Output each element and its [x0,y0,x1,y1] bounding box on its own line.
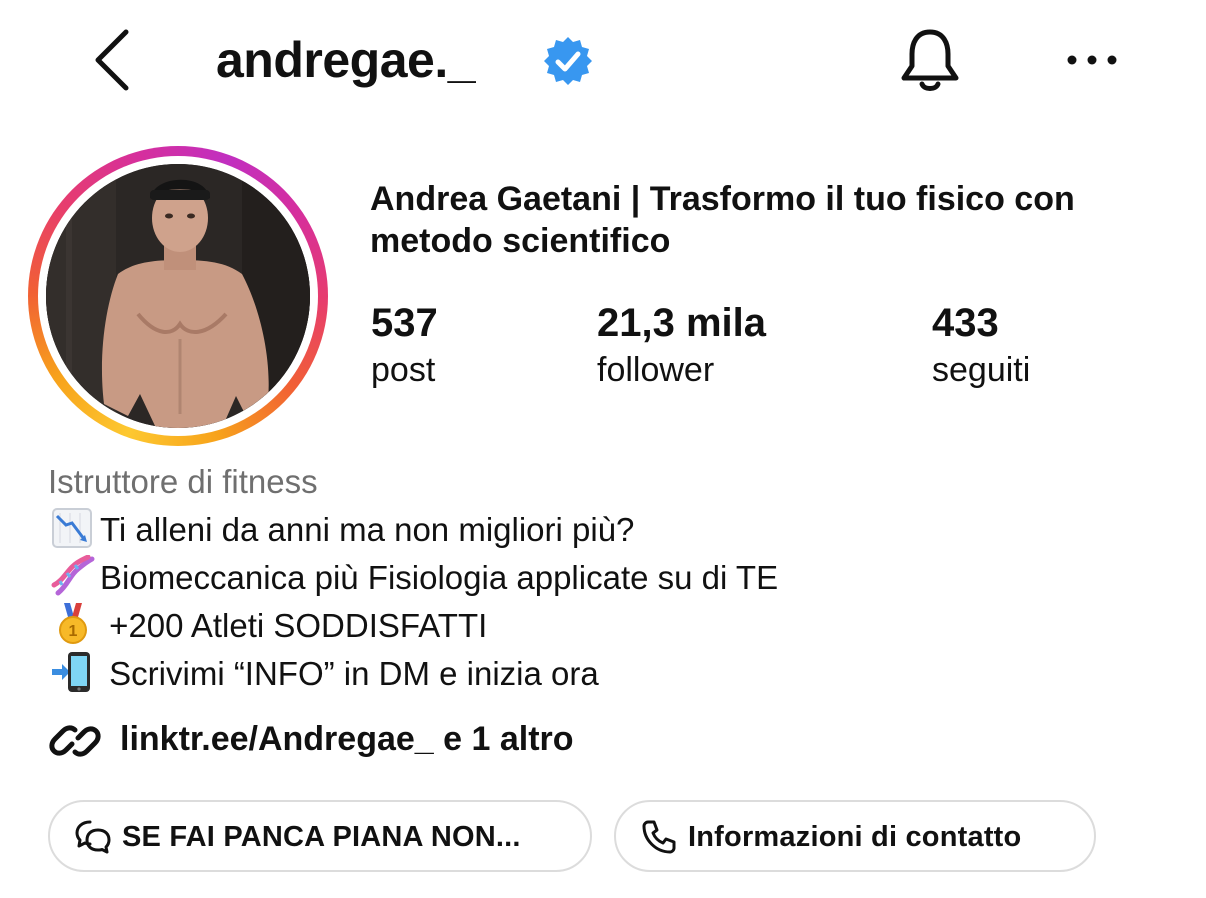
contact-info-button[interactable]: Informazioni di contatto [614,800,1096,872]
bio-line-text: Scrivimi “INFO” in DM e inizia ora [100,655,599,692]
profile-full-name: Andrea Gaetani | Trasformo il tuo fisico… [370,180,1075,260]
chevron-left-icon [95,29,129,91]
svg-text:1: 1 [69,623,78,640]
message-button[interactable]: SE FAI PANCA PIANA NON... [48,800,592,872]
stat-posts-label: post [371,351,436,389]
profile-link-text: linktr.ee/Andregae_ e 1 altro [120,720,574,758]
bio-line-text: +200 Atleti SODDISFATTI [100,607,488,644]
profile-page: andregae._ Andrea Gaetani | Trasformo il… [0,0,1206,898]
bio-line: Scrivimi “INFO” in DM e inizia ora [50,650,599,698]
profile-avatar[interactable] [28,146,328,446]
notifications-button[interactable] [894,24,966,96]
stat-followers-label: follower [597,351,715,389]
dna-icon [51,555,95,596]
more-horizontal-icon [1067,55,1117,65]
profile-username: andregae._ [216,32,476,88]
bio-line: 1 +200 Atleti SODDISFATTI [50,602,487,650]
bio-line-text: Biomeccanica più Fisiologia applicate su… [100,559,779,596]
stat-following[interactable]: 433 seguiti [932,298,1030,392]
bio-line: Ti alleni da anni ma non migliori più? [50,506,634,554]
back-button[interactable] [90,28,140,92]
more-options-button[interactable] [1060,40,1124,80]
bell-icon [901,29,959,91]
verified-badge-icon [544,37,592,85]
stat-following-label: seguiti [932,351,1031,389]
message-button-label: SE FAI PANCA PIANA NON... [122,821,521,853]
first-place-medal-icon: 1 [59,603,87,644]
stat-followers-count: 21,3 mila [597,301,767,345]
chat-bubbles-icon [75,820,111,854]
profile-photo [46,164,310,428]
stat-following-count: 433 [932,301,999,345]
stat-followers[interactable]: 21,3 mila follower [597,298,766,392]
stat-posts[interactable]: 537 post [371,298,438,392]
mobile-phone-arrow-icon [52,652,90,692]
phone-icon [642,820,676,854]
link-icon [49,725,101,757]
bio-line: Biomeccanica più Fisiologia applicate su… [50,554,778,602]
contact-info-button-label: Informazioni di contatto [688,821,1022,853]
stat-posts-count: 537 [371,301,438,345]
bio-line-text: Ti alleni da anni ma non migliori più? [100,511,635,548]
chart-decreasing-icon [52,508,92,548]
profile-category: Istruttore di fitness [48,463,318,500]
